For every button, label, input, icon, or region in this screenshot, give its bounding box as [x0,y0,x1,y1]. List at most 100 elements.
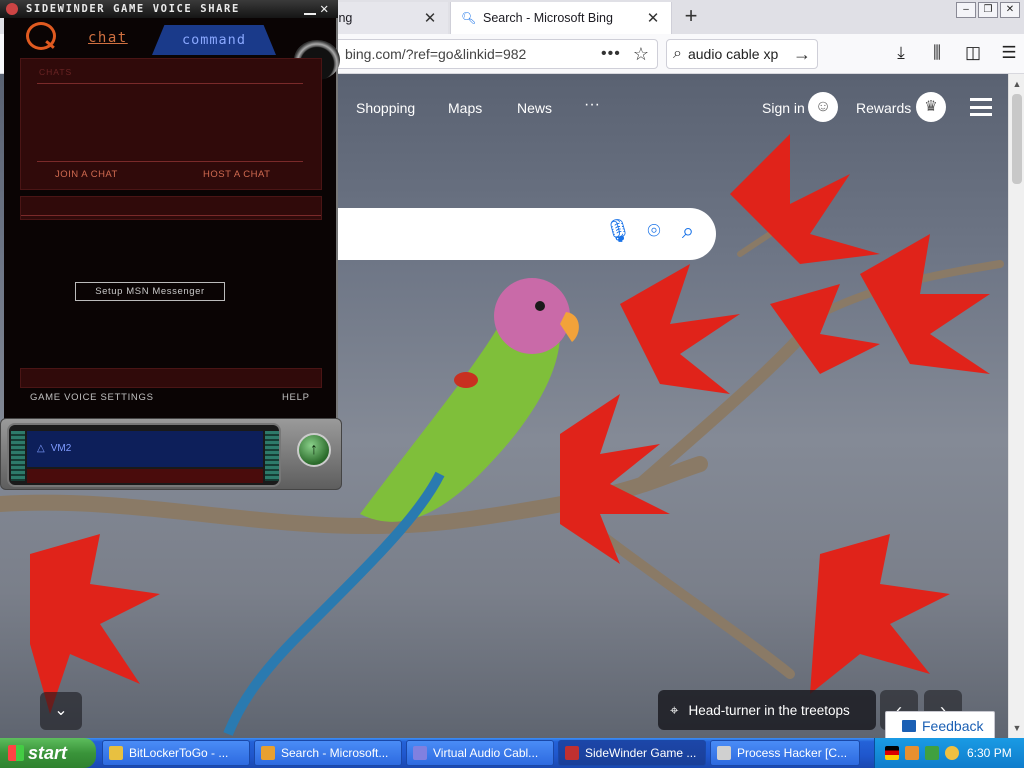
gamevoice-titlebar[interactable]: SIDEWINDER GAME VOICE SHARE ✕ [0,0,338,18]
search-icon: ⌕ [673,45,682,62]
close-icon[interactable]: ✕ [320,0,330,18]
setup-msn-messenger-button[interactable]: Setup MSN Messenger [75,282,225,301]
sign-in-link[interactable]: Sign in [762,100,805,116]
gamevoice-tray-icon[interactable] [905,746,919,760]
taskbar-button-process-hacker[interactable]: Process Hacker [C... [710,740,860,766]
trophy-icon[interactable]: ♛ [916,92,946,122]
taskbar-label: SideWinder Game ... [585,746,697,760]
page-actions-icon[interactable]: ••• [601,45,621,63]
caption-text: Head-turner in the treetops [688,702,850,718]
minimize-icon[interactable] [304,3,316,15]
host-chat-link[interactable]: HOST A CHAT [203,169,270,180]
channel-label: △ VM2 [37,443,71,454]
minimize-button[interactable]: – [956,2,976,18]
location-pin-icon: ⌖ [670,701,679,719]
volume-icon[interactable] [945,746,959,760]
gamevoice-icon [565,746,579,760]
sidebar-icon[interactable]: ◫ [962,42,984,64]
taskbar-label: Search - Microsoft... [281,746,389,760]
gamevoice-device-bar: △ VM2 ↑ [0,418,342,490]
rewards-link[interactable]: Rewards [856,100,911,116]
gamevoice-title: SIDEWINDER GAME VOICE SHARE [26,3,240,15]
window-controls: – ❐ ✕ [956,2,1020,18]
url-text[interactable]: bing.com/?ref=go&linkid=982 [309,46,601,62]
toolbar-icons: ⤓ ⫼ ◫ ☰ [890,42,1020,64]
taskbar: start BitLockerToGo - ... Search - Micro… [0,738,1024,768]
network-icon[interactable] [925,746,939,760]
nav-maps[interactable]: Maps [448,100,482,116]
left-level-meter [11,431,25,481]
avatar-icon[interactable]: ☺ [808,92,838,122]
channel-status-strip [27,469,263,483]
status-bar [20,196,322,220]
language-icon[interactable] [885,746,899,760]
system-tray: 6:30 PM [874,738,1024,768]
feedback-label: Feedback [922,718,984,734]
close-icon[interactable]: ✕ [422,9,438,27]
clock[interactable]: 6:30 PM [967,738,1012,768]
help-link[interactable]: HELP [282,392,310,403]
taskbar-label: BitLockerToGo - ... [129,746,229,760]
scrollbar-thumb[interactable] [1012,94,1022,184]
tab-search-bing[interactable]: 🔍︎ Search - Microsoft Bing ✕ [450,2,672,34]
bookmark-star-icon[interactable]: ☆ [633,44,649,65]
address-bar[interactable]: bing.com/?ref=go&linkid=982 ••• ☆ [300,39,658,69]
start-button[interactable]: start [0,738,96,768]
channel-name: VM2 [50,443,72,454]
download-icon[interactable]: ⤓ [890,42,912,64]
chat-bubble-icon [26,22,56,50]
menu-icon[interactable]: ☰ [998,42,1020,64]
taskbar-button-browser[interactable]: Search - Microsoft... [254,740,402,766]
search-query[interactable]: audio cable xp [688,46,793,62]
scroll-down-arrow-icon[interactable]: ▼ [1009,720,1024,736]
windows-logo-icon [8,745,24,761]
audio-cable-icon [413,746,427,760]
gamevoice-window: SIDEWINDER GAME VOICE SHARE ✕ chat comma… [0,0,342,490]
bing-search-box[interactable]: 🎙︎ ⌾ ⌕ [336,208,716,260]
library-icon[interactable]: ⫼ [926,42,948,64]
search-icon[interactable]: ⌕ [674,218,702,248]
taskbar-label: Process Hacker [C... [737,746,848,760]
scroll-down-button[interactable]: ⌄ [40,692,82,730]
visual-search-icon[interactable]: ⌾ [640,218,668,248]
taskbar-button-sidewinder[interactable]: SideWinder Game ... [558,740,706,766]
nav-news[interactable]: News [517,100,552,116]
process-hacker-icon [717,746,731,760]
channel-display: △ VM2 [7,423,281,487]
tab-command[interactable]: command [152,25,276,55]
close-icon[interactable]: ✕ [645,9,661,27]
close-window-button[interactable]: ✕ [1000,2,1020,18]
feedback-icon [902,720,916,732]
gamevoice-panel: chat command CHATS JOIN A CHAT HOST A CH… [4,18,340,420]
tab-title: Search - Microsoft Bing [483,11,613,25]
right-level-meter [265,431,279,481]
microphone-icon[interactable]: 🎙︎ [604,218,632,248]
new-tab-button[interactable]: + [678,5,704,29]
info-bar [20,368,322,388]
feedback-button[interactable]: Feedback [885,711,995,738]
bitlocker-icon [109,746,123,760]
chats-label: CHATS [39,67,73,77]
tab-chat[interactable]: chat [88,30,128,46]
nav-shopping[interactable]: Shopping [356,100,415,116]
nav-more-icon[interactable]: ··· [584,96,600,114]
restore-button[interactable]: ❐ [978,2,998,18]
up-arrow-icon[interactable]: ↑ [297,433,331,467]
gamevoice-app-icon [6,3,18,15]
chats-list[interactable]: CHATS JOIN A CHAT HOST A CHAT [20,58,322,190]
taskbar-button-virtual-audio-cable[interactable]: Virtual Audio Cabl... [406,740,554,766]
search-go-icon[interactable]: → [793,44,811,65]
join-chat-link[interactable]: JOIN A CHAT [55,169,118,180]
search-bar[interactable]: ⌕ audio cable xp → [666,39,818,69]
taskbar-button-bitlocker[interactable]: BitLockerToGo - ... [102,740,250,766]
vertical-scrollbar[interactable]: ▲ ▼ [1008,74,1024,738]
game-voice-settings-link[interactable]: GAME VOICE SETTINGS [30,392,154,403]
divider [37,161,303,162]
image-caption[interactable]: ⌖ Head-turner in the treetops [658,690,876,730]
browser-icon [261,746,275,760]
scroll-up-arrow-icon[interactable]: ▲ [1009,76,1024,92]
taskbar-label: Virtual Audio Cabl... [433,746,539,760]
divider [37,83,303,84]
divider [21,215,321,216]
hamburger-menu-icon[interactable] [970,98,992,116]
